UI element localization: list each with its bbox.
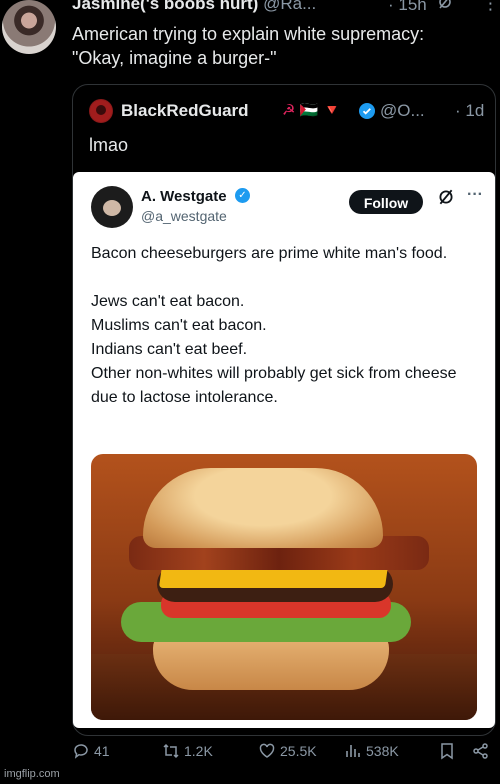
- embedded-display-name: A. Westgate: [141, 188, 227, 205]
- embedded-avatar: [91, 186, 133, 228]
- like-count: 25.5K: [280, 743, 317, 759]
- embedded-handle: @a_westgate: [141, 208, 227, 224]
- repost-button[interactable]: 1.2K: [162, 742, 213, 760]
- reply-button[interactable]: 41: [72, 742, 110, 760]
- embedded-body: Bacon cheeseburgers are prime white man'…: [91, 242, 481, 410]
- like-button[interactable]: 25.5K: [258, 742, 317, 760]
- embedded-body-first: Bacon cheeseburgers are prime white man'…: [91, 245, 448, 262]
- share-button[interactable]: [472, 742, 494, 760]
- embedded-tweet-screenshot[interactable]: A. Westgate ✓ @a_westgate Follow ··· Bac…: [73, 172, 495, 728]
- photo-bun-top: [143, 468, 383, 548]
- quote-timestamp[interactable]: · 1d: [455, 101, 484, 121]
- watermark: imgflip.com: [4, 768, 60, 780]
- grok-icon[interactable]: [437, 0, 453, 14]
- embedded-body-line: Other non-whites will probably get sick …: [91, 365, 457, 406]
- views-count: 538K: [366, 743, 399, 759]
- tweet-timestamp[interactable]: · 15h: [388, 0, 453, 15]
- burger-photo: [91, 454, 477, 720]
- embedded-body-line: Jews can't eat bacon.: [91, 293, 245, 310]
- quote-display-name[interactable]: BlackRedGuard: [121, 101, 249, 121]
- embedded-body-line: Muslims can't eat bacon.: [91, 317, 267, 334]
- quote-avatar[interactable]: [89, 99, 113, 123]
- avatar[interactable]: [2, 0, 56, 54]
- quote-text: lmao: [89, 135, 129, 155]
- author-name[interactable]: Jasmine('s boobs hurt) @Ra...: [72, 0, 316, 14]
- quote-handle[interactable]: @O...: [380, 101, 425, 121]
- share-icon: [473, 743, 488, 759]
- display-name[interactable]: Jasmine('s boobs hurt): [72, 0, 258, 13]
- tweet-actions: 41 1.2K 25.5K 538K: [72, 742, 496, 768]
- author-handle[interactable]: @Ra...: [263, 0, 316, 13]
- tweet-text: American trying to explain white suprema…: [72, 24, 425, 68]
- quoted-tweet[interactable]: BlackRedGuard ☭ 🇵🇸 🔻 @O... · 1d lmao A. …: [72, 84, 496, 736]
- quote-name-emojis: ☭ 🇵🇸 🔻: [282, 102, 342, 119]
- more-options-icon[interactable]: ⋮: [482, 0, 499, 14]
- repost-count: 1.2K: [184, 743, 213, 759]
- timestamp-text[interactable]: · 15h: [388, 0, 427, 14]
- reply-icon: [74, 744, 88, 759]
- views-icon: [346, 745, 360, 757]
- follow-button: Follow: [349, 190, 423, 214]
- heart-icon: [259, 743, 275, 758]
- reply-count: 41: [94, 743, 110, 759]
- embedded-more-icon: ···: [467, 186, 483, 203]
- bookmark-button[interactable]: [438, 742, 460, 760]
- embedded-grok-icon: [437, 188, 455, 211]
- verified-badge-icon: [359, 103, 375, 124]
- embedded-body-line: Indians can't eat beef.: [91, 341, 248, 358]
- repost-icon: [163, 743, 179, 759]
- bookmark-icon: [441, 743, 453, 760]
- views-button[interactable]: 538K: [344, 742, 399, 760]
- embedded-verified-badge-icon: ✓: [235, 188, 250, 203]
